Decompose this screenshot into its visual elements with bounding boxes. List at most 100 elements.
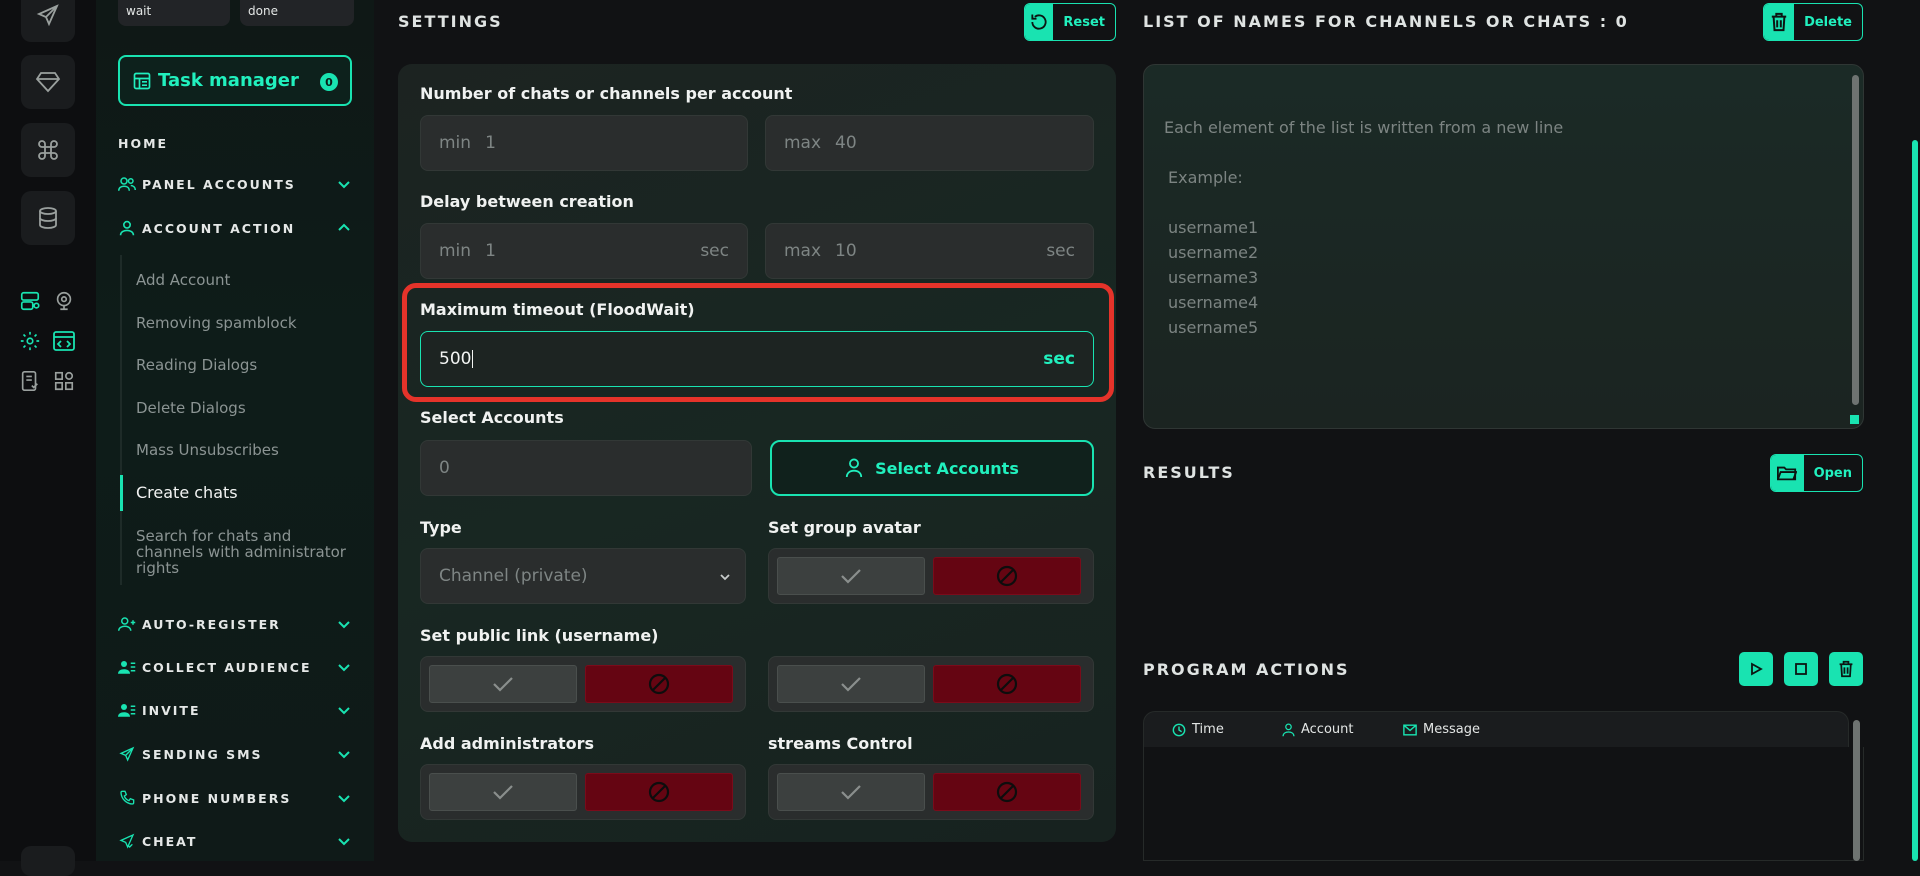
second-toggle-disable-button[interactable]	[933, 665, 1081, 703]
server-settings-icon[interactable]	[18, 289, 42, 313]
add-admins-enable-button[interactable]	[429, 773, 577, 811]
second-toggle-enable-button[interactable]	[777, 665, 925, 703]
sidebar-item-search-chats[interactable]: Search for chats and channels with admin…	[136, 528, 346, 576]
accounts-count-value: 0	[439, 458, 450, 478]
column-time-label: Time	[1192, 722, 1224, 737]
delay-max-input[interactable]: max 10 sec	[765, 223, 1094, 279]
stop-icon	[1795, 663, 1807, 675]
nav-collect-audience[interactable]: COLLECT AUDIENCE	[118, 657, 352, 677]
sidebar-item-mass-unsubscribes[interactable]: Mass Unsubscribes	[136, 442, 356, 458]
trash-icon	[1764, 4, 1795, 40]
check-icon	[493, 677, 513, 692]
play-icon	[1751, 662, 1763, 676]
webcam-icon[interactable]	[52, 289, 76, 313]
gear-icon[interactable]	[18, 329, 42, 353]
task-manager-button[interactable]: Task manager 0	[118, 55, 352, 106]
check-icon	[841, 785, 861, 800]
nav-sending-sms[interactable]: SENDING SMS	[118, 744, 352, 764]
nav-cheat-label: CHEAT	[142, 833, 198, 849]
sec-unit: sec	[700, 241, 729, 261]
names-textarea[interactable]: Each element of the list is written from…	[1143, 64, 1864, 429]
delay-min-value: 1	[485, 241, 496, 261]
sidebar-item-delete-dialogs[interactable]: Delete Dialogs	[136, 400, 356, 416]
textarea-scrollbar[interactable]	[1852, 75, 1859, 405]
log-scrollbar[interactable]	[1853, 720, 1860, 861]
sidebar-item-reading-dialogs[interactable]: Reading Dialogs	[136, 357, 356, 373]
nav-phone-numbers-label: PHONE NUMBERS	[142, 790, 292, 806]
play-button[interactable]	[1739, 652, 1773, 686]
streams-control-disable-button[interactable]	[933, 773, 1081, 811]
group-avatar-enable-button[interactable]	[777, 557, 925, 595]
nav-account-action[interactable]: ACCOUNT ACTION	[118, 218, 352, 238]
diamond-icon[interactable]	[21, 55, 75, 109]
delete-button[interactable]: Delete	[1763, 3, 1863, 41]
nav-home[interactable]: HOME	[118, 133, 352, 153]
command-icon[interactable]	[21, 123, 75, 177]
chevron-down-icon	[338, 181, 350, 189]
chats-min-input[interactable]: min 1	[420, 115, 748, 171]
done-tab-label: done	[248, 4, 278, 18]
program-actions-title: PROGRAM ACTIONS	[1143, 660, 1350, 679]
sidebar-item-add-account[interactable]: Add Account	[136, 272, 356, 288]
reset-button[interactable]: Reset	[1024, 3, 1116, 41]
database-icon[interactable]	[21, 191, 75, 245]
sidebar-item-create-chats[interactable]: Create chats	[136, 485, 356, 501]
nav-invite[interactable]: INVITE	[118, 700, 352, 720]
wait-tab-label: wait	[126, 4, 152, 18]
chevron-down-icon	[338, 838, 350, 846]
phone-icon	[118, 789, 136, 807]
names-list-title: LIST OF NAMES FOR CHANNELS OR CHATS : 0	[1143, 12, 1629, 31]
column-message[interactable]: Message	[1403, 722, 1480, 737]
wait-tab[interactable]: wait	[118, 0, 230, 26]
rail-bottom-button[interactable]	[21, 846, 75, 876]
select-accounts-button-label: Select Accounts	[875, 458, 1019, 478]
public-link-enable-button[interactable]	[429, 665, 577, 703]
sidebar-item-removing-spamblock[interactable]: Removing spamblock	[136, 315, 356, 331]
placeholder-line	[1168, 140, 1839, 165]
public-link-disable-button[interactable]	[585, 665, 733, 703]
max-prefix: max	[784, 133, 822, 153]
nav-auto-register[interactable]: AUTO-REGISTER	[118, 614, 352, 634]
chevron-down-icon	[720, 574, 730, 581]
shapes-icon[interactable]	[52, 369, 76, 393]
chevron-down-icon	[338, 621, 350, 629]
done-tab[interactable]: done	[240, 0, 354, 26]
column-account[interactable]: Account	[1282, 722, 1354, 737]
column-time[interactable]: Time	[1172, 722, 1224, 737]
streams-control-toggle	[768, 764, 1094, 820]
nav-cheat[interactable]: CHEAT	[118, 831, 352, 851]
type-select[interactable]: Channel (private)	[420, 548, 746, 604]
nav-phone-numbers[interactable]: PHONE NUMBERS	[118, 788, 352, 808]
settings-title: SETTINGS	[398, 12, 503, 31]
mail-icon	[1403, 723, 1417, 736]
task-list-icon[interactable]	[18, 369, 42, 393]
reset-label: Reset	[1063, 14, 1105, 30]
accounts-count-input[interactable]: 0	[420, 440, 752, 496]
task-manager-label: Task manager	[158, 70, 299, 91]
chats-max-input[interactable]: max 40	[765, 115, 1094, 171]
clear-log-button[interactable]	[1829, 652, 1863, 686]
select-accounts-button[interactable]: Select Accounts	[770, 440, 1094, 496]
delete-label: Delete	[1804, 14, 1852, 30]
nav-panel-accounts[interactable]: PANEL ACCOUNTS	[118, 174, 352, 194]
ban-icon	[648, 781, 670, 803]
group-avatar-disable-button[interactable]	[933, 557, 1081, 595]
page-scrollbar[interactable]	[1912, 140, 1918, 861]
open-button[interactable]: Open	[1770, 454, 1863, 492]
second-toggle	[768, 656, 1094, 712]
resize-handle[interactable]	[1850, 415, 1859, 424]
stop-button[interactable]	[1784, 652, 1818, 686]
add-admins-disable-button[interactable]	[585, 773, 733, 811]
delay-min-input[interactable]: min 1 sec	[420, 223, 748, 279]
chevron-down-icon	[338, 664, 350, 672]
ban-icon	[648, 673, 670, 695]
send-icon[interactable]	[21, 0, 75, 42]
streams-control-enable-button[interactable]	[777, 773, 925, 811]
chevron-up-icon	[338, 223, 350, 231]
reset-icon	[1025, 4, 1054, 40]
code-window-icon[interactable]	[52, 329, 76, 353]
placeholder-line: username3	[1168, 268, 1259, 287]
column-message-label: Message	[1423, 722, 1480, 737]
nav-collect-audience-label: COLLECT AUDIENCE	[142, 659, 312, 675]
nav-home-label: HOME	[118, 135, 169, 151]
